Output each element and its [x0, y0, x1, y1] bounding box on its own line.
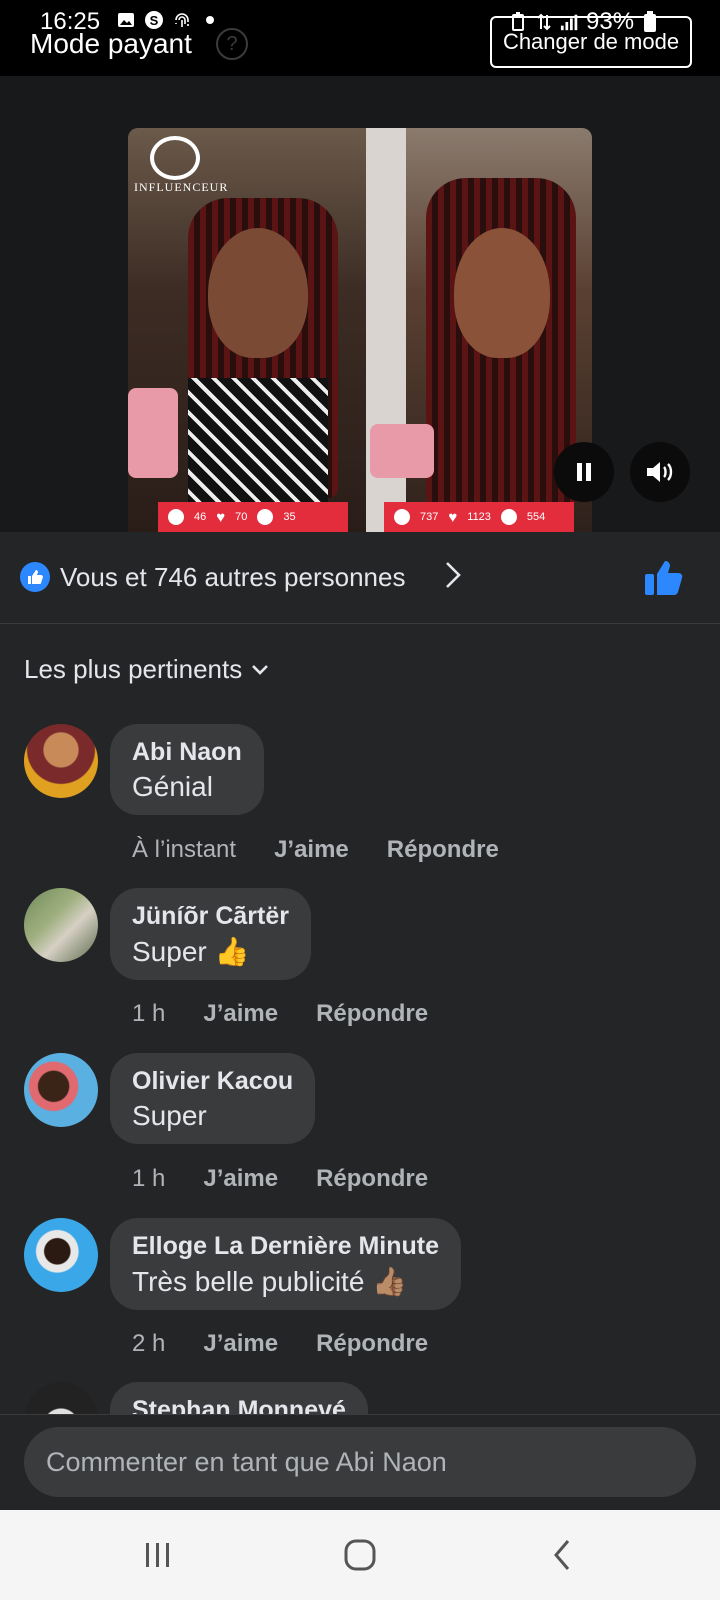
comment-text: Super	[132, 1100, 207, 1131]
comment-bubble[interactable]: Stephan Monnevé	[110, 1382, 368, 1414]
sort-dropdown[interactable]: Les plus pertinents	[24, 654, 270, 685]
svg-text:S: S	[150, 13, 159, 28]
home-button[interactable]	[330, 1530, 390, 1580]
shazam-icon: S	[144, 10, 164, 30]
right-likes: 1123	[467, 511, 491, 523]
mode-title: Mode payant	[30, 28, 192, 59]
sort-label: Les plus pertinents	[24, 654, 243, 684]
comment-text: Très belle publicité 👍🏽	[132, 1266, 408, 1297]
likes-row[interactable]: Vous et 746 autres personnes	[0, 532, 720, 624]
composer-bar: Commenter en tant que Abi Naon	[0, 1414, 720, 1510]
comment-bubble[interactable]: Jüníõr Cãrtër Super 👍	[110, 888, 311, 980]
comment-time: À l’instant	[132, 836, 237, 863]
comment-dot-icon	[168, 509, 184, 525]
face-shape-right	[454, 228, 550, 358]
video-left-panel: INFLUENCEUR	[128, 128, 366, 532]
home-icon	[344, 1539, 376, 1571]
back-button[interactable]	[532, 1530, 592, 1580]
comment-text: Génial	[132, 771, 213, 802]
comment-bubble[interactable]: Olivier Kacou Super	[110, 1053, 316, 1144]
reply-button[interactable]: Répondre	[387, 836, 499, 864]
thumbs-up-icon	[645, 561, 683, 595]
right-shares: 554	[526, 511, 546, 523]
phone-shape-right	[370, 424, 434, 478]
recent-apps-icon	[146, 1543, 169, 1567]
right-comments: 737	[420, 511, 439, 523]
like-comment-button[interactable]: J’aime	[203, 1330, 278, 1358]
avatar[interactable]	[24, 1382, 98, 1414]
fingerprint-icon	[172, 10, 192, 30]
video-area: INFLUENCEUR 46 ♥ 70 35 737 ♥ 1123 554	[0, 76, 720, 532]
stats-bar-left: 46 ♥ 70 35	[158, 502, 348, 532]
heart-icon: ♥	[216, 508, 226, 526]
like-comment-button[interactable]: J’aime	[203, 1165, 278, 1193]
comment-bubble[interactable]: Elloge La Dernière Minute Très belle pub…	[110, 1218, 462, 1310]
heart-icon: ♥	[448, 508, 458, 526]
logo-text: INFLUENCEUR	[134, 180, 229, 194]
share-dot-icon	[500, 509, 517, 525]
share-dot-icon	[257, 509, 274, 525]
comment-bubble[interactable]: Abi Naon Génial	[110, 724, 264, 815]
avatar[interactable]	[24, 1218, 98, 1292]
comment-author[interactable]: Stephan Monnevé	[132, 1396, 346, 1414]
like-comment-button[interactable]: J’aime	[274, 836, 349, 864]
comment-author[interactable]: Olivier Kacou	[132, 1067, 293, 1096]
comment-actions: 2 h J’aime Répondre	[132, 1330, 428, 1358]
pause-icon	[577, 463, 591, 481]
comment-author[interactable]: Elloge La Dernière Minute	[132, 1232, 439, 1261]
like-comment-button[interactable]: J’aime	[203, 1000, 278, 1028]
reply-button[interactable]: Répondre	[316, 1165, 428, 1193]
left-likes: 70	[235, 511, 248, 523]
face-shape	[208, 228, 308, 358]
top-bar: 16:25 S Mode payant ? 93% Changer de mod…	[0, 0, 720, 76]
gallery-icon	[116, 10, 136, 30]
back-icon	[554, 1540, 570, 1570]
left-shares: 35	[283, 511, 296, 523]
avatar[interactable]	[24, 1053, 98, 1127]
avatar[interactable]	[24, 888, 98, 962]
help-icon[interactable]: ?	[216, 28, 248, 60]
phone-shape	[128, 388, 178, 478]
change-mode-button[interactable]: Changer de mode	[490, 16, 692, 68]
status-icons: S	[116, 10, 220, 30]
volume-button[interactable]	[630, 442, 690, 502]
left-comments: 46	[194, 511, 207, 523]
likes-count-text[interactable]: Vous et 746 autres personnes	[60, 562, 405, 593]
avatar[interactable]	[24, 724, 98, 798]
like-button[interactable]	[644, 558, 684, 598]
chevron-down-icon	[252, 664, 269, 675]
chevron-right-icon	[444, 560, 462, 598]
reply-button[interactable]: Répondre	[316, 1330, 428, 1358]
like-badge-icon	[20, 562, 50, 592]
comment-input[interactable]: Commenter en tant que Abi Naon	[24, 1427, 696, 1497]
comment-time: 1 h	[132, 1165, 166, 1192]
comment-time: 1 h	[132, 1000, 166, 1027]
comment-dot-icon	[394, 509, 410, 525]
comment-text: Super 👍	[132, 936, 250, 967]
dress-shape	[188, 378, 328, 508]
system-nav-bar	[0, 1510, 720, 1600]
comment-actions: À l’instant J’aime Répondre	[132, 836, 499, 864]
pause-button[interactable]	[554, 442, 614, 502]
comment-time: 2 h	[132, 1330, 166, 1357]
video-player[interactable]: INFLUENCEUR 46 ♥ 70 35 737 ♥ 1123 554	[128, 128, 592, 532]
comment-actions: 1 h J’aime Répondre	[132, 1165, 428, 1193]
notification-dot-icon	[200, 10, 220, 30]
recent-apps-button[interactable]	[128, 1530, 188, 1580]
comment-item: Stephan Monnevé	[0, 1382, 720, 1414]
comment-actions: 1 h J’aime Répondre	[132, 1000, 428, 1028]
reply-button[interactable]: Répondre	[316, 1000, 428, 1028]
comment-author[interactable]: Abi Naon	[132, 738, 242, 767]
comment-author[interactable]: Jüníõr Cãrtër	[132, 902, 289, 931]
stats-bar-right: 737 ♥ 1123 554	[384, 502, 574, 532]
influenceur-logo-icon	[150, 136, 200, 180]
volume-icon	[647, 462, 673, 482]
